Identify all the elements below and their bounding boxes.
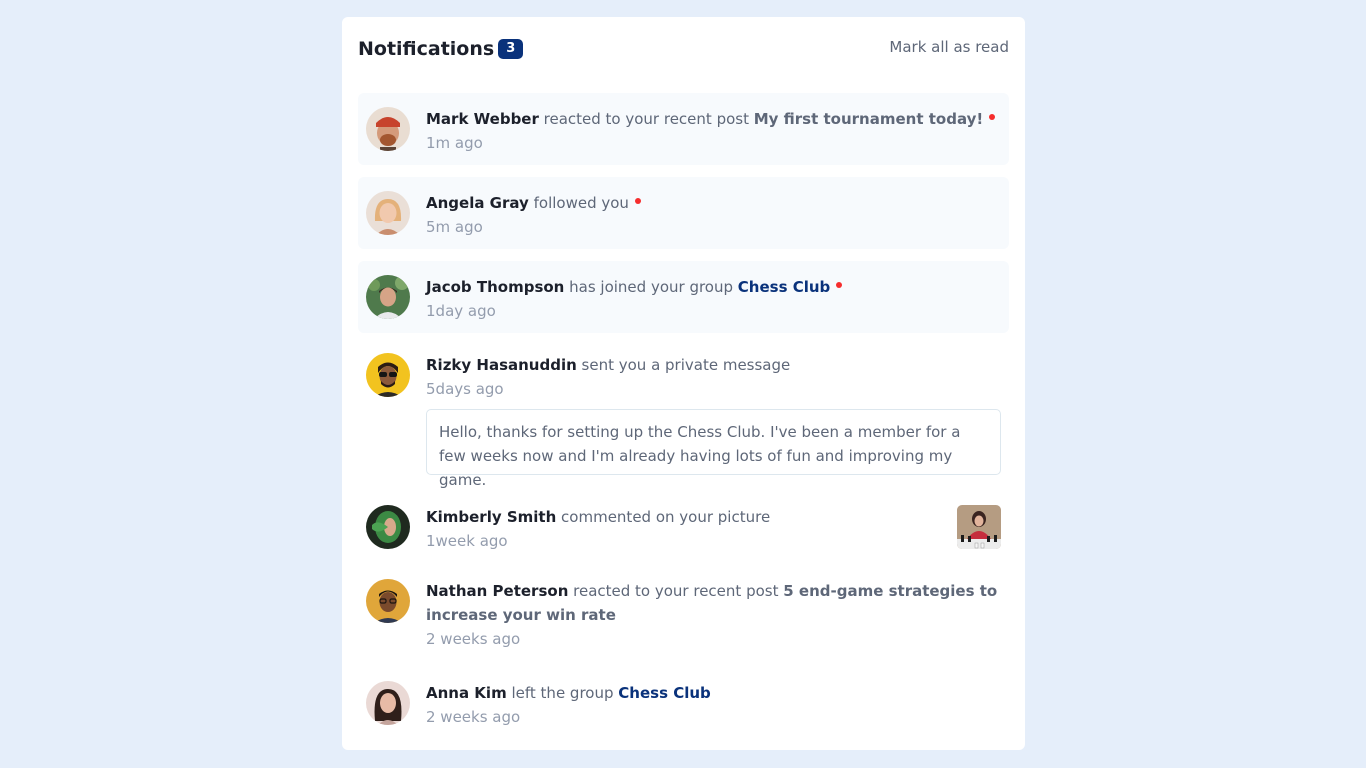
user-name[interactable]: Mark Webber: [426, 110, 539, 128]
timestamp: 5days ago: [426, 380, 504, 398]
notification-content: Kimberly Smith commented on your picture…: [426, 505, 935, 553]
notification-action: has joined your group: [564, 278, 738, 296]
notification-item[interactable]: Mark Webber reacted to your recent post …: [358, 93, 1009, 165]
page-title: Notifications 3: [358, 37, 524, 61]
notification-action: left the group: [506, 684, 619, 702]
unread-dot: [989, 113, 996, 120]
avatar[interactable]: [366, 681, 410, 725]
unread-dot: [836, 281, 843, 288]
header: Notifications 3 Mark all as read: [358, 37, 1009, 65]
private-message-preview[interactable]: Hello, thanks for setting up the Chess C…: [426, 409, 1001, 489]
avatar[interactable]: [366, 107, 410, 151]
notification-content: Jacob Thompson has joined your group Che…: [426, 275, 1001, 323]
notification-item[interactable]: Angela Gray followed you 5m ago: [358, 177, 1009, 249]
title-text: Notifications: [358, 38, 495, 60]
notification-action: followed you: [528, 194, 629, 212]
user-name[interactable]: Nathan Peterson: [426, 582, 568, 600]
group-link[interactable]: Chess Club: [618, 684, 711, 702]
notification-item[interactable]: Jacob Thompson has joined your group Che…: [358, 261, 1009, 333]
notification-content: Rizky Hasanuddin sent you a private mess…: [426, 353, 1001, 401]
notification-content: Angela Gray followed you 5m ago: [426, 191, 1001, 239]
timestamp: 2 weeks ago: [426, 630, 521, 648]
avatar[interactable]: [366, 353, 410, 397]
avatar[interactable]: [366, 505, 410, 549]
timestamp: 2 weeks ago: [426, 708, 521, 726]
notifications-card: Notifications 3 Mark all as read Mark We…: [342, 17, 1025, 750]
avatar[interactable]: [366, 579, 410, 623]
commented-picture-thumbnail[interactable]: [957, 505, 1001, 549]
timestamp: 5m ago: [426, 218, 483, 236]
notification-action: sent you a private message: [576, 356, 791, 374]
avatar[interactable]: [366, 191, 410, 235]
timestamp: 1m ago: [426, 134, 483, 152]
timestamp: 1week ago: [426, 532, 508, 550]
post-link[interactable]: My first tournament today!: [754, 110, 983, 128]
group-link[interactable]: Chess Club: [738, 278, 831, 296]
notification-item[interactable]: Anna Kim left the group Chess Club 2 wee…: [342, 671, 1025, 737]
notification-item[interactable]: Nathan Peterson reacted to your recent p…: [342, 571, 1025, 661]
user-name[interactable]: Jacob Thompson: [426, 278, 564, 296]
avatar[interactable]: [366, 275, 410, 319]
mark-all-as-read-button[interactable]: Mark all as read: [889, 37, 1009, 57]
notification-content: Mark Webber reacted to your recent post …: [426, 107, 1001, 155]
notification-content: Nathan Peterson reacted to your recent p…: [426, 579, 1001, 651]
unread-dot: [634, 197, 641, 204]
notification-content: Anna Kim left the group Chess Club 2 wee…: [426, 681, 1001, 729]
notification-action: reacted to your recent post: [568, 582, 784, 600]
user-name[interactable]: Rizky Hasanuddin: [426, 356, 577, 374]
unread-count-badge: 3: [498, 39, 524, 59]
user-name[interactable]: Kimberly Smith: [426, 508, 556, 526]
user-name[interactable]: Angela Gray: [426, 194, 529, 212]
timestamp: 1day ago: [426, 302, 496, 320]
user-name[interactable]: Anna Kim: [426, 684, 507, 702]
notification-action: reacted to your recent post: [538, 110, 754, 128]
notification-action: commented on your picture: [556, 508, 771, 526]
notification-item[interactable]: Kimberly Smith commented on your picture…: [342, 495, 1025, 561]
